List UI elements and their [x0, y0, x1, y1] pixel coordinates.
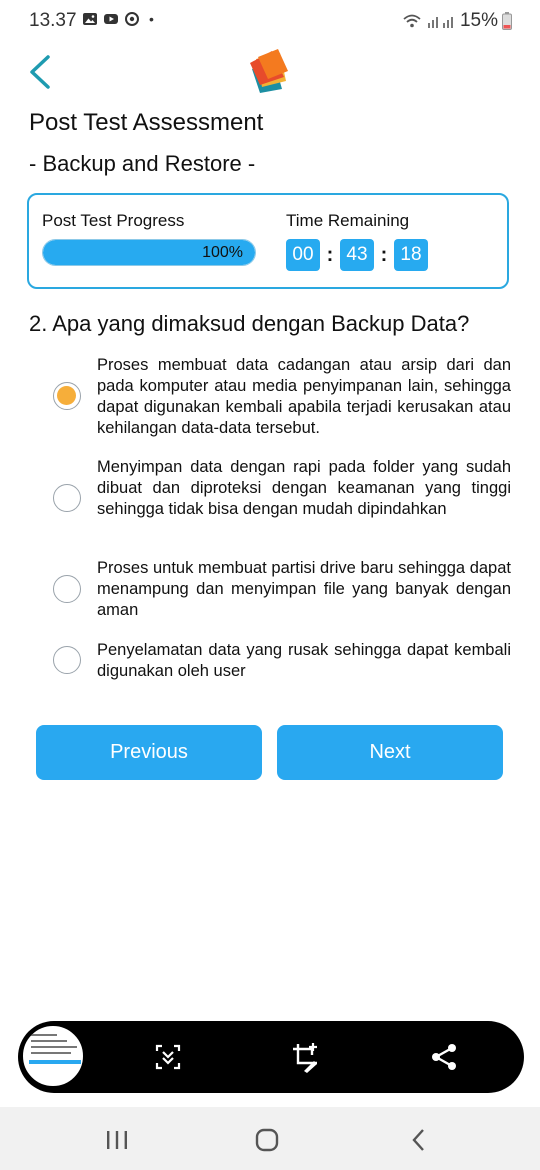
thumbnail-line	[31, 1046, 77, 1048]
status-bar: 13.37 • 15%	[0, 0, 540, 42]
screenshot-thumbnail[interactable]	[20, 1023, 86, 1089]
timer-separator: :	[380, 243, 388, 266]
sync-icon	[125, 12, 139, 26]
status-dot: •	[149, 11, 154, 27]
youtube-icon	[104, 14, 118, 24]
page-title: Post Test Assessment	[29, 109, 264, 136]
radio-button[interactable]	[53, 646, 81, 674]
answer-option-text: Proses membuat data cadangan atau arsip …	[97, 356, 511, 437]
system-navigation-bar	[0, 1107, 540, 1170]
thumbnail-line	[31, 1040, 67, 1042]
countdown-timer: 00 : 43 : 18	[286, 239, 428, 271]
share-icon[interactable]	[428, 1041, 460, 1073]
page-subtitle: - Backup and Restore -	[29, 151, 256, 176]
back-arrow-icon[interactable]	[24, 52, 60, 92]
question-text: 2. Apa yang dimaksud dengan Backup Data?	[29, 311, 470, 336]
gallery-icon	[83, 13, 97, 25]
status-notification-icons: •	[82, 11, 154, 27]
status-system-icons: 15%	[402, 10, 512, 32]
next-button[interactable]: Next	[277, 725, 503, 780]
scroll-capture-icon[interactable]	[152, 1041, 184, 1073]
home-icon[interactable]	[252, 1125, 282, 1155]
time-remaining-label: Time Remaining	[286, 211, 410, 230]
battery-icon	[502, 12, 512, 30]
screenshot-toolbar	[18, 1021, 524, 1093]
status-time: 13.37	[29, 10, 77, 31]
recent-apps-icon[interactable]	[102, 1125, 132, 1155]
answer-option-3[interactable]: Proses untuk membuat partisi drive baru …	[52, 558, 514, 621]
battery-percent: 15%	[459, 10, 498, 31]
signal-icon	[427, 17, 453, 28]
answer-option-1[interactable]: Proses membuat data cadangan atau arsip …	[52, 355, 514, 439]
radio-button[interactable]	[53, 484, 81, 512]
radio-button[interactable]	[53, 382, 81, 410]
progress-label: Post Test Progress	[42, 211, 185, 230]
back-icon[interactable]	[404, 1125, 434, 1155]
thumbnail-line	[31, 1052, 71, 1054]
timer-hours: 00	[286, 239, 320, 271]
timer-seconds: 18	[394, 239, 428, 271]
radio-button[interactable]	[53, 575, 81, 603]
progress-percent: 100%	[202, 244, 243, 261]
crop-edit-icon[interactable]	[290, 1041, 322, 1073]
answer-option-4[interactable]: Penyelamatan data yang rusak sehingga da…	[52, 640, 514, 682]
answer-option-text: Proses untuk membuat partisi drive baru …	[97, 559, 511, 619]
progress-card: Post Test Progress Time Remaining 100% 0…	[27, 193, 509, 289]
previous-button[interactable]: Previous	[36, 725, 262, 780]
answer-option-2[interactable]: Menyimpan data dengan rapi pada folder y…	[52, 457, 514, 520]
answer-option-text: Menyimpan data dengan rapi pada folder y…	[97, 458, 511, 518]
books-logo-icon	[250, 49, 288, 93]
wifi-icon	[403, 14, 421, 28]
answer-option-text: Penyelamatan data yang rusak sehingga da…	[97, 641, 511, 680]
timer-separator: :	[326, 243, 334, 266]
progress-bar: 100%	[42, 239, 256, 266]
thumbnail-button	[29, 1060, 81, 1064]
timer-minutes: 43	[340, 239, 374, 271]
thumbnail-line	[31, 1034, 57, 1036]
